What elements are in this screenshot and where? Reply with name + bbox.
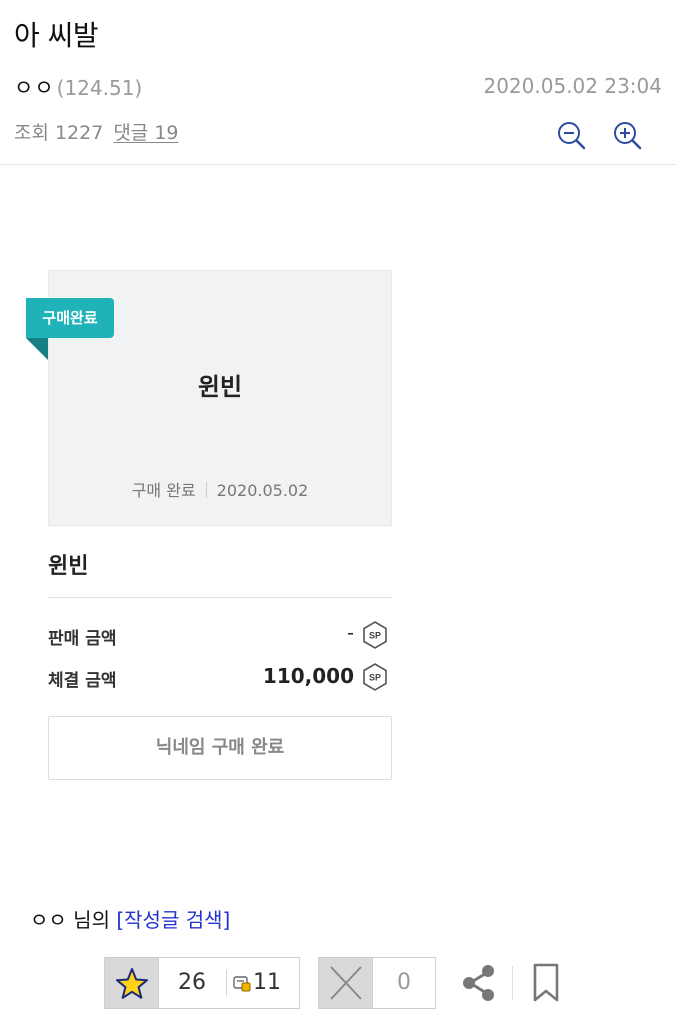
share-icon[interactable] bbox=[458, 962, 500, 1004]
sp-coin-icon: SP bbox=[363, 663, 387, 691]
final-price-row: 체결 금액 110,000 SP bbox=[48, 662, 392, 692]
sale-price-row: 판매 금액 - SP bbox=[48, 620, 392, 650]
badge-ribbon-fold bbox=[26, 338, 48, 360]
card-date: 2020.05.02 bbox=[216, 481, 309, 500]
action-bar-separator bbox=[512, 966, 513, 1000]
final-price-amount: 110,000 bbox=[262, 664, 354, 688]
fixed-upvote-count: 11 bbox=[253, 970, 281, 995]
svg-text:SP: SP bbox=[369, 631, 381, 641]
downvote-count: 0 bbox=[397, 970, 411, 995]
search-author-suffix: 님의 bbox=[73, 908, 110, 932]
star-icon bbox=[116, 968, 148, 999]
stats-row: 조회 1227 댓글 19 bbox=[14, 118, 179, 146]
sale-price-label: 판매 금액 bbox=[48, 629, 117, 649]
vote-separator bbox=[226, 970, 227, 996]
upvote-count: 26 bbox=[178, 970, 206, 995]
card-meta: 구매 완료 2020.05.02 bbox=[49, 477, 391, 501]
author-search-row: ㅇㅇ 님의 [작성글 검색] bbox=[30, 904, 230, 933]
item-name: 윈빈 bbox=[48, 554, 89, 579]
final-price-label: 체결 금액 bbox=[48, 671, 117, 691]
nickname-purchase-complete-button[interactable]: 닉네임 구매 완료 bbox=[48, 716, 392, 780]
comments-link[interactable]: 댓글 19 bbox=[113, 122, 178, 144]
zoom-out-icon[interactable] bbox=[556, 120, 586, 150]
item-divider bbox=[48, 597, 392, 598]
card-status: 구매 완료 bbox=[131, 481, 196, 500]
author-ip: (124.51) bbox=[56, 76, 143, 100]
sale-price-amount: - bbox=[347, 622, 354, 644]
upvote-box: 26 11 bbox=[104, 957, 300, 1009]
downvote-button[interactable] bbox=[319, 958, 373, 1008]
fixed-upvote-icon bbox=[233, 976, 251, 992]
card-meta-separator bbox=[205, 482, 207, 498]
views-label: 조회 bbox=[14, 122, 49, 144]
sp-coin-icon: SP bbox=[363, 621, 387, 649]
post-date: 2020.05.02 23:04 bbox=[483, 74, 662, 98]
author-name[interactable]: ㅇㅇ bbox=[14, 76, 55, 100]
zoom-in-icon[interactable] bbox=[612, 120, 642, 150]
search-author-name: ㅇㅇ bbox=[30, 908, 67, 932]
header-divider bbox=[0, 164, 676, 165]
post-title: 아 씨발 bbox=[14, 19, 99, 52]
close-icon bbox=[330, 966, 362, 1000]
upvote-button[interactable] bbox=[105, 958, 159, 1008]
purchase-complete-badge: 구매완료 bbox=[26, 298, 114, 338]
bookmark-icon[interactable] bbox=[530, 962, 562, 1004]
card-nickname: 윈빈 bbox=[197, 373, 243, 401]
author-row: ㅇㅇ (124.51) 2020.05.02 23:04 bbox=[14, 72, 662, 100]
downvote-box: 0 bbox=[318, 957, 436, 1009]
svg-text:SP: SP bbox=[369, 673, 381, 683]
author-posts-search-link[interactable]: [작성글 검색] bbox=[116, 908, 230, 932]
views-count: 1227 bbox=[54, 122, 104, 144]
